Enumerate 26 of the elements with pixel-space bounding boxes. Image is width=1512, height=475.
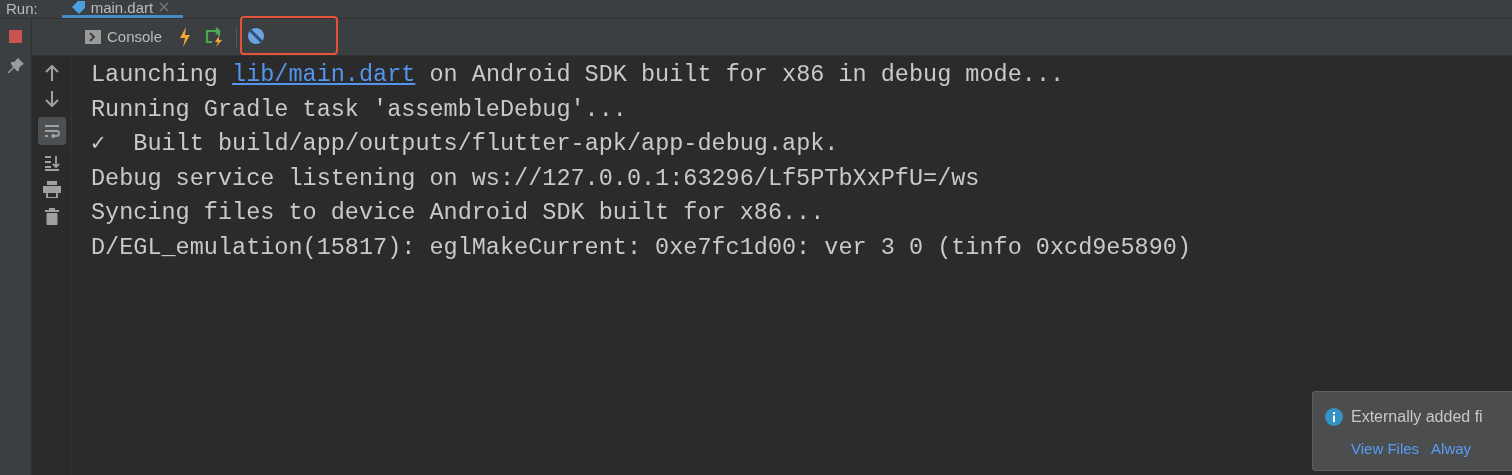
lightning-icon[interactable] xyxy=(179,27,192,47)
console-text: Syncing files to device Android SDK built for x86... xyxy=(91,199,825,227)
trash-icon[interactable] xyxy=(44,208,59,225)
reload-icon[interactable] xyxy=(204,27,225,47)
console-tab[interactable]: Console xyxy=(72,25,176,49)
console-text: Debug service listening on ws://127.0.0.1:63296/Lf5PTbXxPfU=/ws xyxy=(91,164,980,192)
down-arrow-icon[interactable] xyxy=(44,91,59,107)
notification-link[interactable]: View Files xyxy=(1351,438,1420,461)
printer-icon[interactable] xyxy=(42,181,61,198)
console-text: Running Gradle task 'assembleDebug'... xyxy=(91,95,627,123)
terminal-icon xyxy=(85,30,101,44)
notification-message: Externally added fi xyxy=(1351,407,1483,427)
console-text: ✓ Built build/app/outputs/flutter-apk/app-debug.apk. xyxy=(91,130,839,158)
info-icon xyxy=(1325,408,1343,426)
pin-icon[interactable] xyxy=(6,57,25,75)
file-link[interactable]: lib/main.dart xyxy=(232,61,416,88)
soft-wrap-icon xyxy=(43,124,60,138)
dart-file-icon xyxy=(71,0,85,14)
console-text: D/EGL_emulation(15817): eglMakeCurrent: 0xe7fc1d00: ver 3 0 (tinfo 0xcd9e5890) xyxy=(91,233,1191,261)
console-text: Launching xyxy=(91,61,219,88)
scroll-to-end-icon[interactable] xyxy=(43,155,60,171)
run-label: Run: xyxy=(6,1,38,17)
notification-link[interactable]: Alway xyxy=(1431,438,1472,461)
console-text: on Android SDK built for x86 in debug mode... xyxy=(428,61,1065,88)
up-arrow-icon[interactable] xyxy=(44,65,59,81)
soft-wrap-button[interactable] xyxy=(37,117,66,145)
